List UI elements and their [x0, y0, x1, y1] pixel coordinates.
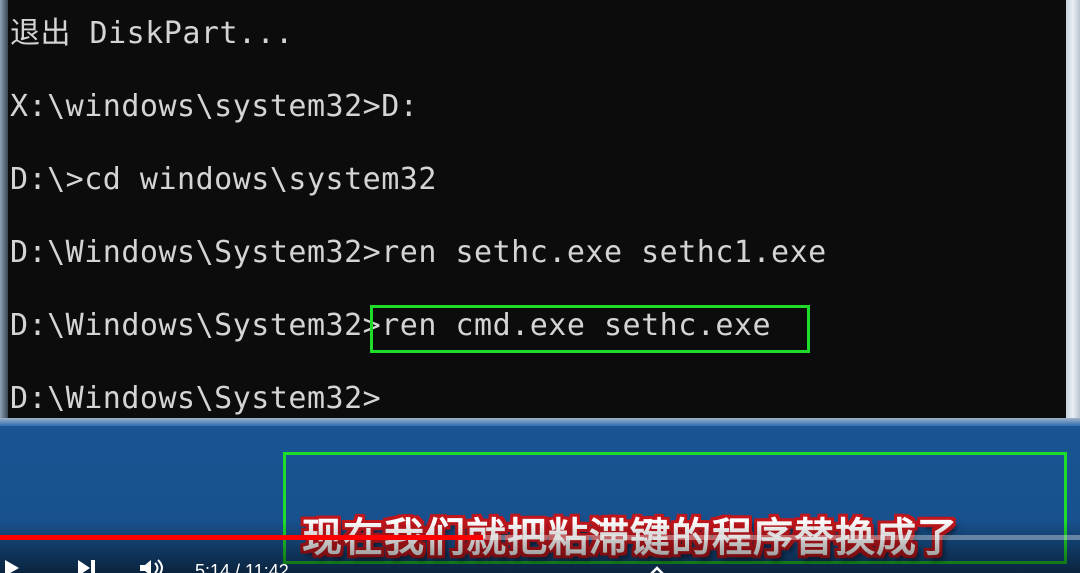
- terminal-line-prompt: D:\Windows\System32>: [10, 381, 382, 416]
- terminal-line-switch-drive: X:\windows\system32>D:: [10, 89, 419, 124]
- terminal-line-cd-system32: D:\>cd windows\system32: [10, 162, 437, 197]
- chevron-up-icon[interactable]: [648, 560, 666, 573]
- window-bottom-border: [0, 418, 1080, 426]
- volume-icon[interactable]: [138, 558, 168, 573]
- next-icon[interactable]: [76, 558, 98, 573]
- video-frame: 退出 DiskPart... X:\windows\system32>D: D:…: [0, 0, 1080, 573]
- playback-time: 5:14 / 11:42: [195, 561, 289, 573]
- terminal-line-ren-sethc: D:\Windows\System32>ren sethc.exe sethc1…: [10, 235, 827, 270]
- terminal-line-exit-diskpart: 退出 DiskPart...: [10, 16, 294, 51]
- command-highlight-box: [370, 305, 810, 353]
- window-scrollbar[interactable]: [1066, 0, 1080, 418]
- command-prompt-window: 退出 DiskPart... X:\windows\system32>D: D:…: [0, 0, 1066, 418]
- play-icon[interactable]: [2, 558, 22, 573]
- progress-bar-played[interactable]: [0, 535, 483, 540]
- window-left-border: [0, 0, 8, 418]
